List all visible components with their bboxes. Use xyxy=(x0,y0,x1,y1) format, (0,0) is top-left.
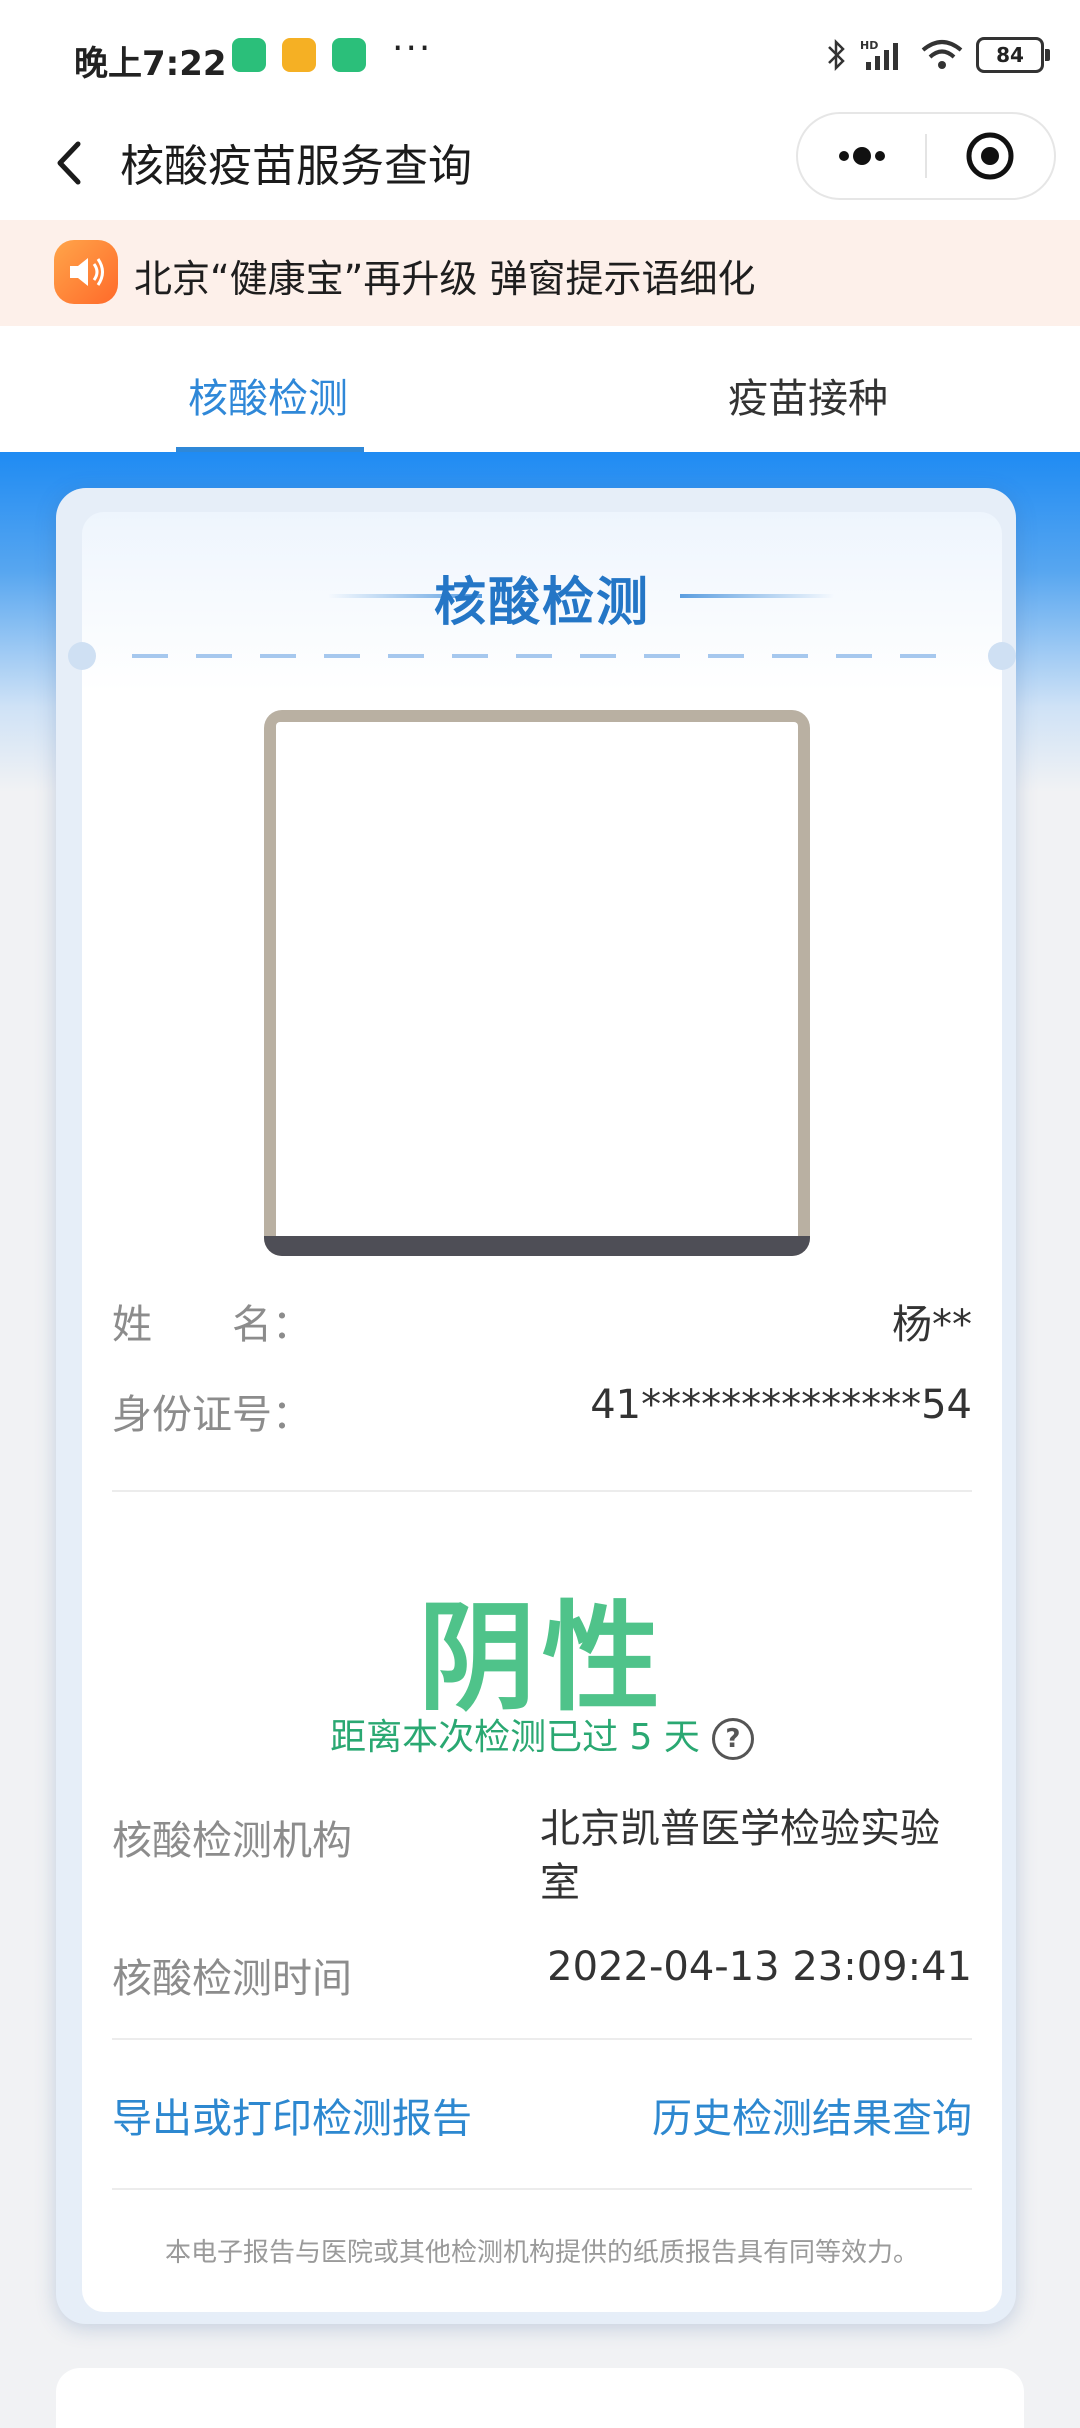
divider xyxy=(112,2038,972,2040)
elapsed-text: 距离本次检测已过 5 天 xyxy=(330,1717,700,1758)
card-title: 核酸检测 xyxy=(433,573,650,633)
history-results-link[interactable]: 历史检测结果查询 xyxy=(652,2086,972,2144)
divider xyxy=(112,1490,972,1492)
id-value: 41**************54 xyxy=(590,1382,972,1428)
legal-footnote: 本电子报告与医院或其他检测机构提供的纸质报告具有同等效力。 xyxy=(164,2238,919,2268)
back-button[interactable] xyxy=(38,128,108,198)
photo-placeholder xyxy=(276,722,798,1244)
card-notch-left xyxy=(68,642,96,670)
name-label: 姓 名： xyxy=(112,1302,312,1348)
navigation-bar: 核酸疫苗服务查询 xyxy=(0,110,1080,220)
battery-icon: 84 xyxy=(976,37,1050,73)
app-notification-icon xyxy=(332,38,366,72)
chevron-left-icon xyxy=(57,141,81,185)
help-icon[interactable]: ? xyxy=(711,1718,754,1760)
more-notifications-icon: ··· xyxy=(392,28,433,69)
more-dots-icon xyxy=(839,147,885,165)
name-row: 姓 名： 杨** xyxy=(112,1292,972,1352)
target-circle-icon xyxy=(966,132,1014,180)
status-bar: 晚上7:22 ··· HD 84 xyxy=(0,0,1080,110)
card-header: 核酸检测 xyxy=(82,560,1002,633)
tab-bar: 核酸检测 疫苗接种 xyxy=(0,326,1080,452)
speaker-icon xyxy=(54,240,118,304)
test-result-card: 核酸检测 姓 名： 杨** 身份证号： 41**************54 阴… xyxy=(68,512,1016,2312)
more-menu-button[interactable] xyxy=(798,114,925,198)
app-notification-icon xyxy=(232,38,266,72)
notice-text: 北京“健康宝”再升级 弹窗提示语细化 xyxy=(134,257,756,301)
divider xyxy=(112,2188,972,2190)
elapsed-time: 距离本次检测已过 5 天? xyxy=(82,1708,1002,1760)
mini-program-capsule xyxy=(796,112,1056,200)
test-time-label: 核酸检测时间 xyxy=(112,1956,352,2002)
hd-signal-icon: HD xyxy=(860,39,898,70)
id-row: 身份证号： 41**************54 xyxy=(112,1382,972,1442)
photo-frame-bottom xyxy=(264,1236,810,1256)
card-notch-right xyxy=(988,642,1016,670)
institution-value: 北京凯普医学检验实验室 xyxy=(540,1806,940,1906)
tab-nucleic-acid-test[interactable]: 核酸检测 xyxy=(188,366,348,424)
status-time: 晚上7:22 xyxy=(74,44,227,84)
tab-vaccination[interactable]: 疫苗接种 xyxy=(728,366,888,424)
close-mini-program-button[interactable] xyxy=(927,114,1054,198)
status-icons: HD 84 xyxy=(826,30,1050,80)
svg-text:HD: HD xyxy=(860,39,878,52)
dashed-divider xyxy=(132,654,962,658)
export-report-link[interactable]: 导出或打印检测报告 xyxy=(112,2086,472,2144)
page-title: 核酸疫苗服务查询 xyxy=(120,141,472,192)
name-value: 杨** xyxy=(892,1302,972,1348)
notice-banner[interactable]: 北京“健康宝”再升级 弹窗提示语细化 xyxy=(0,220,1080,326)
app-notification-icon xyxy=(282,38,316,72)
wifi-icon xyxy=(921,40,963,69)
bluetooth-icon xyxy=(828,38,845,72)
id-label: 身份证号： xyxy=(112,1392,312,1438)
next-section-card xyxy=(56,2368,1024,2428)
title-decoration-right xyxy=(680,594,834,598)
test-time-value: 2022-04-13 23:09:41 xyxy=(547,1944,972,1990)
institution-label: 核酸检测机构 xyxy=(112,1818,352,1864)
user-photo xyxy=(264,710,810,1256)
